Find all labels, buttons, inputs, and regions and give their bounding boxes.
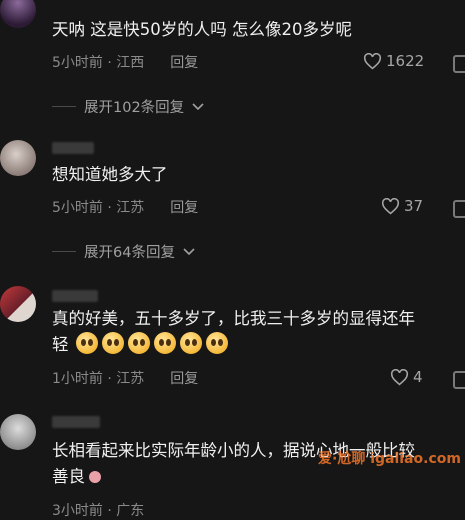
- like-button[interactable]: 1622: [363, 52, 424, 70]
- comment-text-tail: 善良: [52, 467, 85, 486]
- like-button[interactable]: 37: [381, 197, 423, 215]
- emoji-icon: [101, 332, 124, 354]
- commenter-avatar[interactable]: [0, 286, 36, 322]
- username-blurred[interactable]: [52, 290, 98, 302]
- expand-replies-label: 展开64条回复: [84, 245, 175, 261]
- comment-time-region: 5小时前 · 江西: [52, 55, 145, 71]
- more-icon[interactable]: [453, 200, 465, 218]
- reply-button[interactable]: 回复: [170, 197, 198, 217]
- like-count: 4: [413, 368, 423, 386]
- comment-time-region: 1小时前 · 江苏: [52, 371, 145, 387]
- comment-meta: 1小时前 · 江苏 回复: [52, 368, 198, 388]
- commenter-avatar[interactable]: [0, 0, 36, 28]
- emoji-icon: [127, 332, 150, 354]
- comment-time-region: 5小时前 · 江苏: [52, 200, 145, 216]
- emoji-icon: [205, 332, 228, 354]
- divider-line: [52, 106, 76, 107]
- commenter-avatar[interactable]: [0, 140, 36, 176]
- comment-text-line2: 善良: [52, 464, 101, 490]
- emoji-row: [75, 332, 232, 354]
- more-icon[interactable]: [453, 55, 465, 73]
- flower-icon: [89, 471, 101, 483]
- expand-replies[interactable]: 展开64条回复: [52, 241, 195, 262]
- comment-text-line1: 真的好美，五十多岁了，比我三十多岁的显得还年: [52, 309, 415, 328]
- expand-replies-label: 展开102条回复: [84, 100, 185, 116]
- reply-button[interactable]: 回复: [170, 52, 198, 72]
- comment-text: 想知道她多大了: [52, 165, 168, 184]
- chevron-down-icon: [183, 247, 195, 255]
- expand-replies[interactable]: 展开102条回复: [52, 96, 204, 117]
- like-count: 1622: [386, 52, 425, 70]
- emoji-icon: [179, 332, 202, 354]
- username-blurred[interactable]: [52, 142, 94, 154]
- comment-text-line2: 轻: [52, 332, 232, 358]
- comment-meta: 5小时前 · 江苏 回复: [52, 197, 198, 217]
- comment-text: 天呐 这是快50岁的人吗 怎么像20多岁呢: [52, 20, 352, 39]
- divider-line: [52, 251, 76, 252]
- chevron-down-icon: [192, 102, 204, 110]
- reply-button[interactable]: 回复: [170, 368, 198, 388]
- comment-meta: 5小时前 · 江西 回复: [52, 52, 198, 72]
- heart-icon: [381, 197, 400, 214]
- watermark-logo: 爱·尬聊 igaliao.com: [318, 451, 461, 467]
- heart-icon: [390, 368, 409, 385]
- comment-time-region: 3小时前 · 广东: [52, 503, 145, 519]
- like-button[interactable]: 4: [390, 368, 423, 386]
- comment-meta: 3小时前 · 广东: [52, 500, 144, 520]
- comment-text-tail: 轻: [52, 335, 69, 354]
- commenter-avatar[interactable]: [0, 414, 36, 450]
- emoji-icon: [153, 332, 176, 354]
- username-blurred[interactable]: [52, 416, 100, 428]
- more-icon[interactable]: [453, 371, 465, 389]
- heart-icon: [363, 52, 382, 69]
- like-count: 37: [404, 197, 424, 215]
- emoji-icon: [75, 332, 98, 354]
